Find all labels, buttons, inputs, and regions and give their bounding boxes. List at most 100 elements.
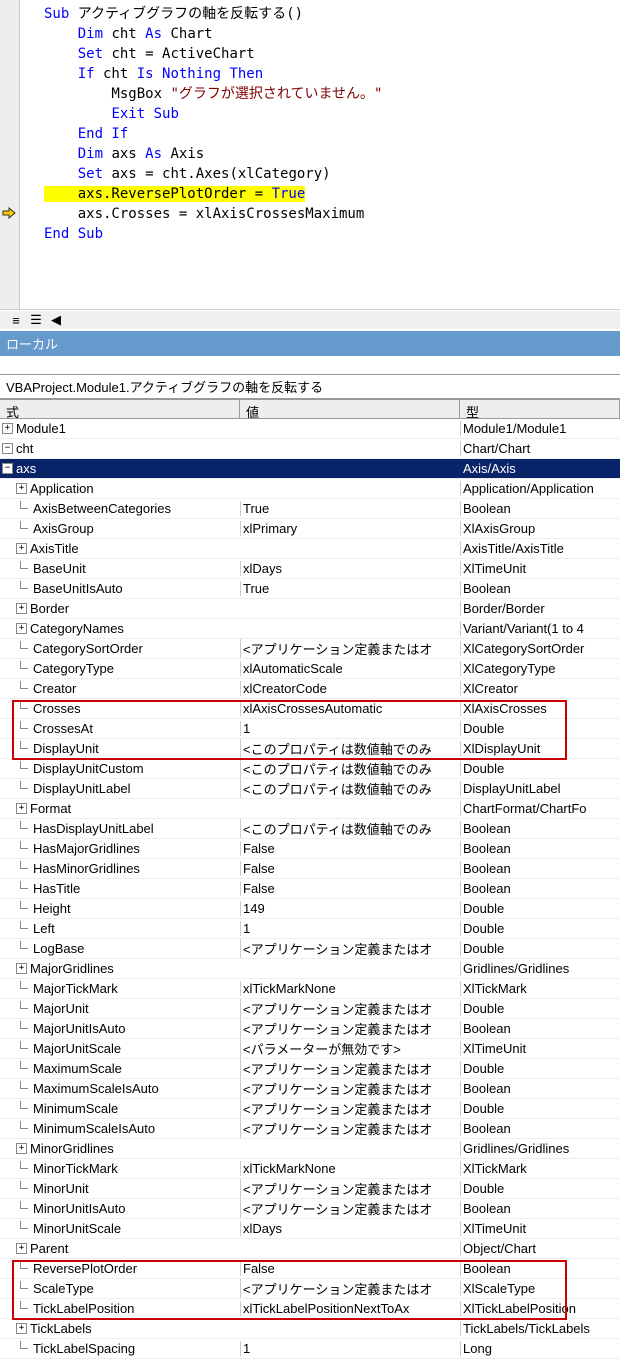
locals-row[interactable]: +BorderBorder/Border xyxy=(0,599,620,619)
locals-expr: MajorUnit xyxy=(33,1001,89,1016)
locals-row[interactable]: +ParentObject/Chart xyxy=(0,1239,620,1259)
locals-row[interactable]: MinorUnit<アプリケーション定義またはオDouble xyxy=(0,1179,620,1199)
tree-connector-icon xyxy=(16,1163,30,1174)
locals-row[interactable]: +ApplicationApplication/Application xyxy=(0,479,620,499)
scroll-left-icon[interactable]: ◀ xyxy=(46,311,66,329)
locals-row[interactable]: +MajorGridlinesGridlines/Gridlines xyxy=(0,959,620,979)
locals-row[interactable]: CrossesxlAxisCrossesAutomaticXlAxisCross… xyxy=(0,699,620,719)
code-line[interactable]: End Sub xyxy=(32,224,620,244)
code-line[interactable]: Set axs = cht.Axes(xlCategory) xyxy=(32,164,620,184)
locals-value: <アプリケーション定義またはオ xyxy=(240,939,460,958)
expand-icon[interactable]: + xyxy=(16,543,27,554)
locals-row[interactable]: HasMinorGridlinesFalseBoolean xyxy=(0,859,620,879)
locals-row[interactable]: CrossesAt1Double xyxy=(0,719,620,739)
locals-row[interactable]: DisplayUnitLabel<このプロパティは数値軸でのみDisplayUn… xyxy=(0,779,620,799)
code-line[interactable]: Dim cht As Chart xyxy=(32,24,620,44)
locals-row[interactable]: +CategoryNamesVariant/Variant(1 to 4 xyxy=(0,619,620,639)
procedure-view-icon[interactable]: ≡ xyxy=(6,311,26,329)
locals-value: 1 xyxy=(240,1341,460,1356)
locals-row[interactable]: HasMajorGridlinesFalseBoolean xyxy=(0,839,620,859)
tree-connector-icon xyxy=(16,1083,30,1094)
code-line[interactable]: Sub アクティブグラフの軸を反転する() xyxy=(32,4,620,24)
code-line[interactable]: axs.Crosses = xlAxisCrossesMaximum xyxy=(32,204,620,224)
locals-row[interactable]: MinimumScale<アプリケーション定義またはオDouble xyxy=(0,1099,620,1119)
locals-row[interactable]: MinorTickMarkxlTickMarkNoneXlTickMark xyxy=(0,1159,620,1179)
locals-row[interactable]: MaximumScale<アプリケーション定義またはオDouble xyxy=(0,1059,620,1079)
expand-icon[interactable]: + xyxy=(16,1143,27,1154)
code-line[interactable]: If cht Is Nothing Then xyxy=(32,64,620,84)
locals-row[interactable]: MajorUnit<アプリケーション定義またはオDouble xyxy=(0,999,620,1019)
locals-row[interactable]: LogBase<アプリケーション定義またはオDouble xyxy=(0,939,620,959)
full-module-view-icon[interactable]: ☰ xyxy=(26,311,46,329)
expand-icon[interactable]: + xyxy=(2,423,13,434)
locals-type: Application/Application xyxy=(460,481,620,496)
expand-icon[interactable]: + xyxy=(16,1243,27,1254)
locals-row[interactable]: AxisGroupxlPrimaryXlAxisGroup xyxy=(0,519,620,539)
locals-expr: Border xyxy=(30,601,69,616)
locals-value: <アプリケーション定義またはオ xyxy=(240,1019,460,1038)
locals-grid[interactable]: +Module1Module1/Module1−chtChart/Chart−a… xyxy=(0,419,620,1359)
code-line[interactable]: Exit Sub xyxy=(32,104,620,124)
col-header-value[interactable]: 値 xyxy=(240,400,460,418)
locals-value: True xyxy=(240,581,460,596)
code-line[interactable]: Dim axs As Axis xyxy=(32,144,620,164)
locals-row[interactable]: AxisBetweenCategoriesTrueBoolean xyxy=(0,499,620,519)
locals-expr: MinorGridlines xyxy=(30,1141,114,1156)
locals-row[interactable]: TickLabelPositionxlTickLabelPositionNext… xyxy=(0,1299,620,1319)
locals-row[interactable]: DisplayUnitCustom<このプロパティは数値軸でのみDouble xyxy=(0,759,620,779)
expand-icon[interactable]: + xyxy=(16,603,27,614)
locals-row[interactable]: MinimumScaleIsAuto<アプリケーション定義またはオBoolean xyxy=(0,1119,620,1139)
locals-row[interactable]: BaseUnitxlDaysXlTimeUnit xyxy=(0,559,620,579)
code-editor[interactable]: Sub アクティブグラフの軸を反転する() Dim cht As Chart S… xyxy=(0,0,620,310)
collapse-icon[interactable]: − xyxy=(2,443,13,454)
locals-row[interactable]: −axsAxis/Axis xyxy=(0,459,620,479)
locals-row[interactable]: TickLabelSpacing1Long xyxy=(0,1339,620,1359)
locals-row[interactable]: MaximumScaleIsAuto<アプリケーション定義またはオBoolean xyxy=(0,1079,620,1099)
locals-row[interactable]: +MinorGridlinesGridlines/Gridlines xyxy=(0,1139,620,1159)
locals-row[interactable]: +AxisTitleAxisTitle/AxisTitle xyxy=(0,539,620,559)
locals-row[interactable]: MajorTickMarkxlTickMarkNoneXlTickMark xyxy=(0,979,620,999)
locals-type: XlAxisCrosses xyxy=(460,701,620,716)
locals-row[interactable]: MajorUnitScale<パラメーターが無効です>XlTimeUnit xyxy=(0,1039,620,1059)
locals-row[interactable]: Height149Double xyxy=(0,899,620,919)
locals-row[interactable]: MinorUnitScalexlDaysXlTimeUnit xyxy=(0,1219,620,1239)
locals-row[interactable]: Left1Double xyxy=(0,919,620,939)
locals-row[interactable]: +TickLabelsTickLabels/TickLabels xyxy=(0,1319,620,1339)
locals-expr: HasTitle xyxy=(33,881,80,896)
tree-connector-icon xyxy=(16,883,30,894)
locals-row[interactable]: ScaleType<アプリケーション定義またはオXlScaleType xyxy=(0,1279,620,1299)
locals-expr: MaximumScaleIsAuto xyxy=(33,1081,159,1096)
collapse-icon[interactable]: − xyxy=(2,463,13,474)
locals-row[interactable]: HasTitleFalseBoolean xyxy=(0,879,620,899)
locals-expr: CategoryType xyxy=(33,661,114,676)
locals-row[interactable]: ReversePlotOrderFalseBoolean xyxy=(0,1259,620,1279)
code-line[interactable]: Set cht = ActiveChart xyxy=(32,44,620,64)
expand-icon[interactable]: + xyxy=(16,483,27,494)
expand-icon[interactable]: + xyxy=(16,803,27,814)
code-line[interactable]: axs.ReversePlotOrder = True xyxy=(32,184,620,204)
locals-row[interactable]: −chtChart/Chart xyxy=(0,439,620,459)
tree-connector-icon xyxy=(16,1003,30,1014)
locals-expr: TickLabels xyxy=(30,1321,92,1336)
locals-value: <アプリケーション定義またはオ xyxy=(240,1199,460,1218)
locals-row[interactable]: MajorUnitIsAuto<アプリケーション定義またはオBoolean xyxy=(0,1019,620,1039)
locals-row[interactable]: DisplayUnit<このプロパティは数値軸でのみXlDisplayUnit xyxy=(0,739,620,759)
code-line[interactable]: End If xyxy=(32,124,620,144)
locals-value: <このプロパティは数値軸でのみ xyxy=(240,779,460,798)
locals-row[interactable]: +Module1Module1/Module1 xyxy=(0,419,620,439)
expand-icon[interactable]: + xyxy=(16,963,27,974)
col-header-expression[interactable]: 式 xyxy=(0,400,240,418)
expand-icon[interactable]: + xyxy=(16,1323,27,1334)
locals-row[interactable]: +FormatChartFormat/ChartFo xyxy=(0,799,620,819)
locals-row[interactable]: MinorUnitIsAuto<アプリケーション定義またはオBoolean xyxy=(0,1199,620,1219)
locals-row[interactable]: CategoryTypexlAutomaticScaleXlCategoryTy… xyxy=(0,659,620,679)
locals-row[interactable]: CategorySortOrder<アプリケーション定義またはオXlCatego… xyxy=(0,639,620,659)
col-header-type[interactable]: 型 xyxy=(460,400,620,418)
locals-row[interactable]: CreatorxlCreatorCodeXlCreator xyxy=(0,679,620,699)
locals-row[interactable]: BaseUnitIsAutoTrueBoolean xyxy=(0,579,620,599)
locals-type: Object/Chart xyxy=(460,1241,620,1256)
locals-row[interactable]: HasDisplayUnitLabel<このプロパティは数値軸でのみBoolea… xyxy=(0,819,620,839)
code-line[interactable]: MsgBox "グラフが選択されていません。" xyxy=(32,84,620,104)
expand-icon[interactable]: + xyxy=(16,623,27,634)
locals-expr: DisplayUnitLabel xyxy=(33,781,131,796)
